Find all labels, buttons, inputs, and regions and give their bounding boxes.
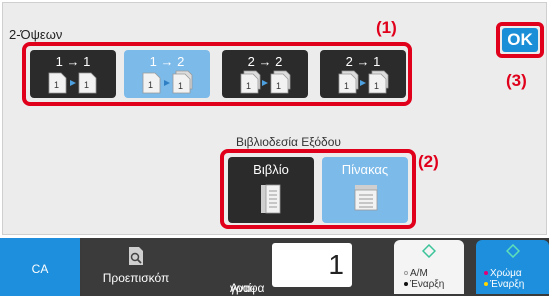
book-binding-icon [261,184,281,214]
simplex-to-simplex-icon: 1 1 [48,72,97,94]
copies-value: 1 [328,249,344,280]
callout-2: (2) [418,152,439,171]
start-diamond-icon [422,244,436,258]
svg-text:1: 1 [344,81,349,91]
book-label: Βιβλίο [253,162,289,177]
duplex-to-duplex-icon: 1 1 [240,70,291,94]
callout-1: (1) [376,18,397,37]
copies-input[interactable]: 1 [272,243,352,287]
mode-1-to-2-button[interactable]: 1 → 2 1 1 [124,50,210,98]
callout-3: (3) [506,71,527,90]
bw-label: A/M [410,268,428,279]
preview-icon [129,247,143,265]
svg-text:1: 1 [178,81,183,91]
ok-button[interactable]: OK [502,28,538,52]
tablet-binding-icon [354,185,378,211]
output-binding-group: Βιβλίο Πίνακας [220,149,416,229]
book-binding-button[interactable]: Βιβλίο [228,157,314,223]
mode-2-to-1-button[interactable]: 2 → 1 1 1 [320,50,406,98]
simplex-to-duplex-icon: 1 1 [142,70,193,94]
mode-label: 2 → 2 [247,54,283,69]
preview-label: Προεπισκόπ [102,271,170,285]
svg-text:1: 1 [84,80,89,90]
duplex-mode-group: 1 → 1 1 1 1 → 2 1 1 2 → 2 1 1 2 → 1 1 1 [22,42,412,106]
copies-label: Αντί- γραφα [222,238,272,296]
start-diamond-icon [506,244,520,258]
svg-text:1: 1 [54,80,59,90]
tablet-label: Πίνακας [341,162,389,177]
mode-1-to-1-button[interactable]: 1 → 1 1 1 [30,50,116,98]
copies-label-line2: γραφα [230,281,265,295]
svg-text:1: 1 [246,81,251,91]
svg-text:1: 1 [374,81,379,91]
mode-label: 1 → 2 [149,54,185,69]
color-label: Χρώμα [490,268,522,279]
color-start-button[interactable]: Χρώμα Έναρξη [476,240,549,294]
tablet-binding-button[interactable]: Πίνακας [322,157,408,223]
clear-all-label: CA [31,262,49,276]
svg-text:1: 1 [276,81,281,91]
mode-label: 1 → 1 [55,54,91,69]
color-start-label: Έναρξη [490,279,525,290]
duplex-to-simplex-icon: 1 1 [338,70,389,94]
svg-text:1: 1 [148,80,153,90]
output-binding-title: Βιβλιοδεσία Εξόδου [236,135,341,149]
ok-highlight: OK [496,22,544,58]
mode-label: 2 → 1 [345,54,381,69]
bw-start-label: Έναρξη [410,279,445,290]
preview-button[interactable]: Προεπισκόπ [82,238,190,296]
panel-title: 2-Όψεων [9,27,63,42]
bw-start-button[interactable]: A/M Έναρξη [394,240,464,294]
clear-all-button[interactable]: CA [0,238,80,296]
mode-2-to-2-button[interactable]: 2 → 2 1 1 [222,50,308,98]
